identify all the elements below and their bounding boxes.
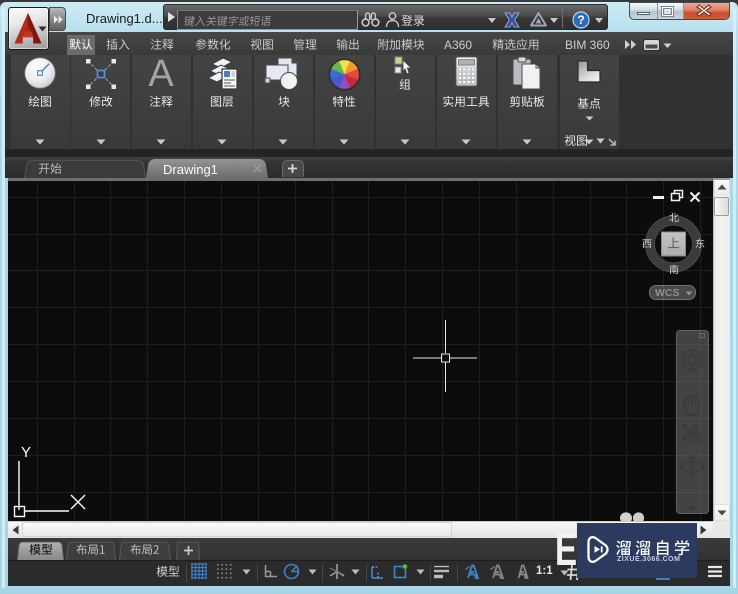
svg-text:Y: Y	[21, 444, 31, 461]
svg-text:?: ?	[577, 13, 584, 27]
